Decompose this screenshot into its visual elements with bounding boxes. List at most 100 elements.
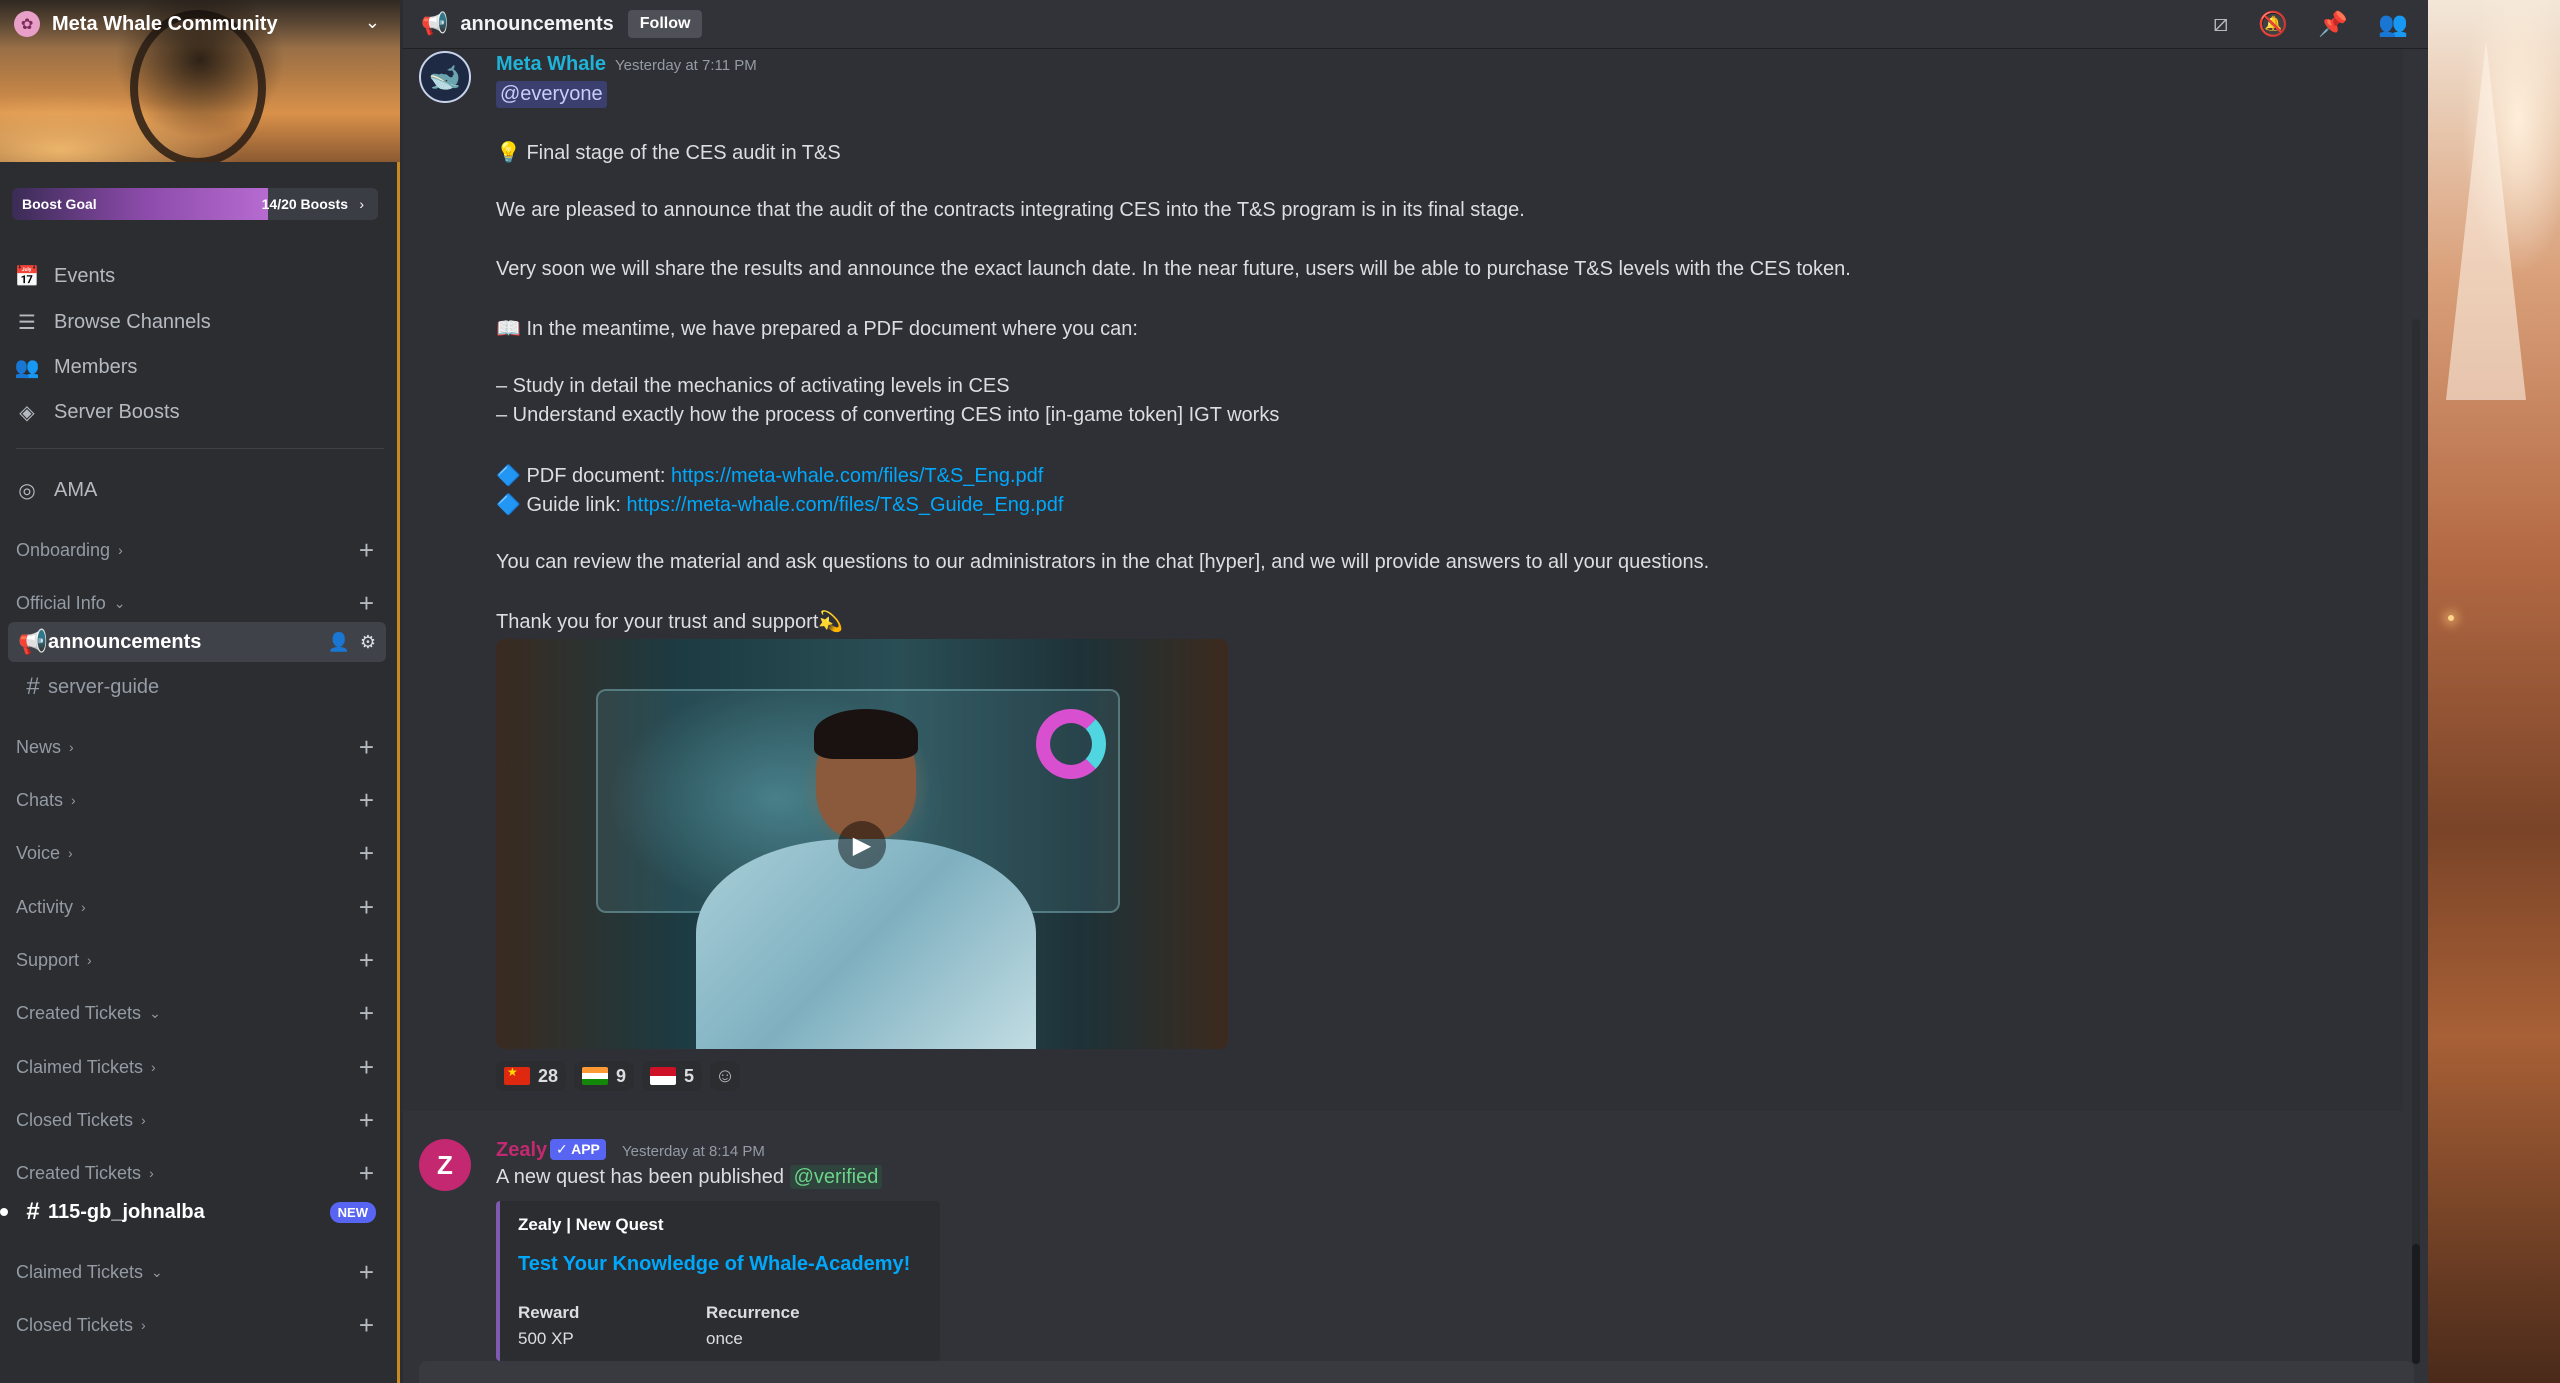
- nav-events[interactable]: 📅 Events: [14, 259, 116, 293]
- category-official-info[interactable]: Official Info ⌄ +: [16, 589, 384, 617]
- message-list[interactable]: 🐋 Meta Whale Yesterday at 7:11 PM @every…: [403, 49, 2428, 1383]
- embed-provider: Zealy | New Quest: [518, 1215, 664, 1234]
- follow-button[interactable]: Follow: [627, 10, 703, 38]
- reaction-in[interactable]: 9: [574, 1061, 635, 1091]
- video-attachment[interactable]: ▶: [496, 639, 1228, 1049]
- chevron-down-icon: ⌄: [151, 1263, 163, 1280]
- pin-icon[interactable]: 📌: [2318, 10, 2348, 39]
- category-closed-tickets-2[interactable]: Closed Tickets › +: [16, 1311, 384, 1339]
- chevron-right-icon: ›: [149, 1165, 154, 1181]
- guide-link[interactable]: https://meta-whale.com/files/T&S_Guide_E…: [627, 494, 1064, 516]
- chevron-right-icon: ›: [81, 899, 86, 915]
- server-name: Meta Whale Community: [52, 12, 278, 35]
- add-channel-icon[interactable]: +: [359, 894, 374, 920]
- mute-bell-icon[interactable]: 🔕: [2258, 10, 2288, 39]
- nav-members[interactable]: 👥 Members: [15, 350, 138, 384]
- pdf-link[interactable]: https://meta-whale.com/files/T&S_Eng.pdf: [671, 465, 1043, 487]
- channel-label: announcements: [48, 630, 202, 653]
- category-claimed-tickets[interactable]: Claimed Tickets › +: [16, 1053, 384, 1081]
- server-icon: ✿: [14, 11, 40, 37]
- add-reaction-icon[interactable]: ☺: [710, 1061, 741, 1091]
- message-line: Very soon we will share the results and …: [496, 258, 1851, 280]
- server-header[interactable]: ✿ Meta Whale Community ⌄: [0, 0, 400, 48]
- embed-title[interactable]: Test Your Knowledge of Whale-Academy!: [518, 1253, 910, 1276]
- message-author[interactable]: Zealy: [496, 1139, 547, 1162]
- play-icon[interactable]: ▶: [838, 821, 886, 869]
- member-list-icon[interactable]: 👥: [2378, 10, 2408, 39]
- wallpaper-glow: [2448, 615, 2454, 621]
- gear-icon[interactable]: ⚙: [360, 632, 376, 653]
- pdf-label: 🔷 PDF document:: [496, 465, 671, 487]
- chevron-right-icon: ›: [141, 1112, 146, 1128]
- add-channel-icon[interactable]: +: [359, 1160, 374, 1186]
- channel-sidebar: ✿ Meta Whale Community ⌄ Boost Goal 14/2…: [0, 0, 400, 1383]
- message-line: 💡 Final stage of the CES audit in T&S: [496, 142, 841, 164]
- category-label: Chats: [16, 789, 64, 810]
- message-author[interactable]: Meta Whale: [496, 53, 606, 76]
- add-channel-icon[interactable]: +: [359, 1107, 374, 1133]
- category-chats[interactable]: Chats › +: [16, 786, 384, 814]
- reaction-count: 28: [538, 1065, 559, 1086]
- china-flag-icon: [504, 1065, 530, 1085]
- add-channel-icon[interactable]: +: [359, 537, 374, 563]
- message-line: – Understand exactly how the process of …: [496, 404, 1280, 426]
- category-activity[interactable]: Activity › +: [16, 893, 384, 921]
- indonesia-flag-icon: [650, 1067, 677, 1085]
- add-channel-icon[interactable]: +: [359, 1312, 374, 1338]
- scrollbar-track[interactable]: [2412, 319, 2420, 1359]
- category-news[interactable]: News › +: [16, 733, 384, 761]
- channel-announcements[interactable]: 📢 announcements 👤 ⚙: [8, 622, 386, 662]
- channel-ticket[interactable]: # 115-gb_johnalba NEW: [0, 1192, 386, 1232]
- announcement-icon: 📢: [18, 628, 48, 656]
- chevron-right-icon: ›: [141, 1317, 146, 1333]
- channel-label: 115-gb_johnalba: [48, 1200, 205, 1223]
- nav-events-label: Events: [54, 264, 116, 287]
- category-closed-tickets[interactable]: Closed Tickets › +: [16, 1106, 384, 1134]
- add-channel-icon[interactable]: +: [359, 840, 374, 866]
- reaction-id[interactable]: 5: [642, 1061, 703, 1091]
- message-line: A new quest has been published @verified: [496, 1165, 883, 1189]
- avatar[interactable]: Z: [419, 1139, 471, 1191]
- calendar-icon: 📅: [14, 265, 40, 288]
- category-label: Closed Tickets: [16, 1109, 134, 1130]
- message-line: – Study in detail the mechanics of activ…: [496, 375, 1010, 397]
- boost-goal-bar[interactable]: Boost Goal 14/20 Boosts ›: [12, 188, 378, 220]
- category-support[interactable]: Support › +: [16, 946, 384, 974]
- channel-server-guide[interactable]: # server-guide: [8, 667, 386, 707]
- category-voice[interactable]: Voice › +: [16, 839, 384, 867]
- category-claimed-tickets-2[interactable]: Claimed Tickets ⌄ +: [16, 1258, 384, 1286]
- everyone-mention[interactable]: @everyone: [496, 81, 607, 108]
- channel-ama[interactable]: ◎ AMA: [16, 473, 97, 507]
- reaction-cn[interactable]: 28: [496, 1061, 567, 1091]
- category-created-tickets[interactable]: Created Tickets ⌄ +: [16, 999, 384, 1027]
- wallpaper-sail: [2446, 40, 2526, 400]
- reaction-count: 9: [616, 1065, 627, 1086]
- scrollbar-thumb[interactable]: [2412, 1244, 2420, 1364]
- guide-line: 🔷 Guide link: https://meta-whale.com/fil…: [496, 492, 1063, 517]
- add-channel-icon[interactable]: +: [359, 1054, 374, 1080]
- chevron-down-icon[interactable]: ⌄: [365, 12, 380, 33]
- category-label: Created Tickets: [16, 1002, 142, 1023]
- role-mention[interactable]: @verified: [789, 1165, 883, 1189]
- message-composer[interactable]: [419, 1361, 2414, 1383]
- stage-icon: ◎: [18, 479, 36, 502]
- sidebar-edge: [397, 0, 400, 1383]
- nav-server-boosts[interactable]: ◈ Server Boosts: [16, 395, 179, 429]
- category-created-tickets-2[interactable]: Created Tickets › +: [16, 1159, 384, 1187]
- add-channel-icon[interactable]: +: [359, 590, 374, 616]
- add-channel-icon[interactable]: +: [359, 947, 374, 973]
- add-channel-icon[interactable]: +: [359, 734, 374, 760]
- category-onboarding[interactable]: Onboarding › +: [16, 536, 384, 564]
- add-channel-icon[interactable]: +: [359, 787, 374, 813]
- message-text: A new quest has been published: [496, 1166, 790, 1188]
- invite-members-icon[interactable]: 👤: [327, 632, 349, 653]
- announcement-icon: 📢: [421, 11, 449, 36]
- add-channel-icon[interactable]: +: [359, 1000, 374, 1026]
- reaction-count: 5: [684, 1065, 695, 1086]
- chevron-right-icon: ›: [118, 542, 123, 558]
- avatar[interactable]: 🐋: [419, 51, 471, 103]
- add-channel-icon[interactable]: +: [359, 1259, 374, 1285]
- message-line: Thank you for your trust and support💫: [496, 611, 844, 633]
- nav-browse-channels[interactable]: ☰ Browse Channels: [16, 305, 211, 339]
- threads-icon[interactable]: ⧄: [2213, 10, 2228, 39]
